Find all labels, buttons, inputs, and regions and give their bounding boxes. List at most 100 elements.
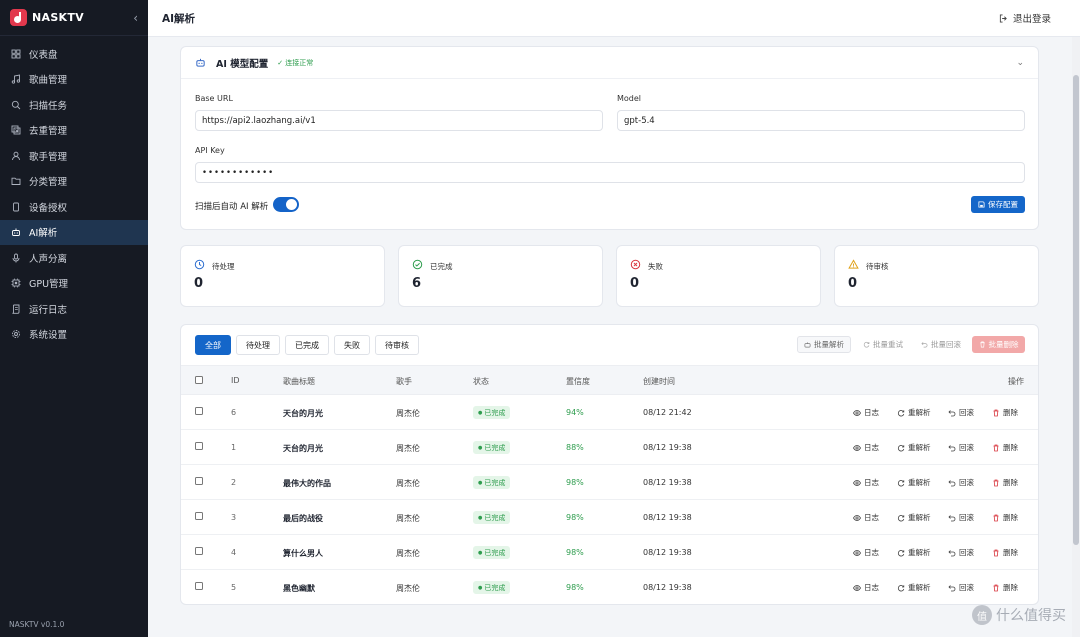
log-button[interactable]: 日志 (853, 547, 879, 558)
delete-button[interactable]: 删除 (992, 442, 1018, 453)
x-circle-icon (630, 259, 641, 270)
api-key-input[interactable]: •••••••••••• (195, 162, 1025, 183)
sidebar-item-label: 人声分离 (29, 253, 68, 265)
sidebar-item[interactable]: GPU管理 (0, 271, 148, 297)
folder-icon (11, 176, 21, 186)
eye-icon (853, 549, 861, 556)
rollback-button[interactable]: 回滚 (948, 582, 974, 593)
stat-label: 待审核 (866, 262, 889, 271)
sidebar-item[interactable]: 扫描任务 (0, 92, 148, 118)
trash-icon (993, 479, 999, 486)
bulk-retry-label: 批量重试 (873, 340, 903, 349)
log-button[interactable]: 日志 (853, 442, 879, 453)
sidebar-item[interactable]: 歌曲管理 (0, 67, 148, 93)
sidebar-item-label: AI解析 (29, 228, 58, 240)
sidebar-item[interactable]: 运行日志 (0, 296, 148, 322)
scrollbar-thumb[interactable] (1073, 75, 1079, 545)
model-input[interactable]: gpt-5.4 (617, 110, 1025, 131)
row-checkbox[interactable] (195, 512, 203, 520)
dedupe-icon (11, 125, 21, 135)
watermark: 值 什么值得买 (972, 605, 1066, 625)
save-config-button[interactable]: 保存配置 (971, 196, 1025, 213)
delete-button[interactable]: 删除 (992, 512, 1018, 523)
bulk-delete-button[interactable]: 批量删除 (972, 336, 1025, 353)
delete-button[interactable]: 删除 (992, 582, 1018, 593)
filter-tab[interactable]: 全部 (195, 335, 231, 355)
rollback-button[interactable]: 回滚 (948, 407, 974, 418)
filter-tab[interactable]: 已完成 (285, 335, 329, 355)
sidebar-item[interactable]: 分类管理 (0, 169, 148, 195)
log-button[interactable]: 日志 (853, 477, 879, 488)
reparse-button[interactable]: 重解析 (897, 407, 931, 418)
sidebar-nav: 仪表盘 歌曲管理 扫描任务去重管理歌手管理分类管理设备授权 AI解析人声分离 GPU管理… (0, 36, 148, 347)
row-artist: 周杰伦 (396, 514, 420, 523)
row-checkbox[interactable] (195, 407, 203, 415)
ai-config-header[interactable]: AI 模型配置 ✓ 连接正常 ⌄ (181, 47, 1038, 79)
collapse-sidebar-icon[interactable]: ‹ (133, 11, 138, 25)
row-checkbox[interactable] (195, 477, 203, 485)
reparse-button[interactable]: 重解析 (897, 512, 931, 523)
logout-label: 退出登录 (1012, 14, 1051, 25)
log-button[interactable]: 日志 (853, 582, 879, 593)
page-title: AI解析 (162, 12, 196, 25)
bulk-parse-button[interactable]: 批量解析 (797, 336, 851, 353)
delete-label: 删除 (1003, 478, 1018, 487)
log-button[interactable]: 日志 (853, 407, 879, 418)
delete-button[interactable]: 删除 (992, 547, 1018, 558)
eye-icon (853, 479, 861, 486)
base-url-input[interactable]: https://api2.laozhang.ai/v1 (195, 110, 603, 131)
sidebar-item[interactable]: 设备授权 (0, 194, 148, 220)
sidebar-item-label: 去重管理 (29, 126, 68, 138)
filter-tab[interactable]: 失败 (334, 335, 370, 355)
col-actions: 操作 (1008, 377, 1024, 386)
row-confidence: 98% (566, 513, 584, 522)
bot-icon (804, 342, 811, 348)
log-button[interactable]: 日志 (853, 512, 879, 523)
delete-button[interactable]: 删除 (992, 407, 1018, 418)
refresh-icon (897, 584, 905, 591)
gear-icon (11, 329, 21, 339)
sidebar-item[interactable]: 歌手管理 (0, 143, 148, 169)
sidebar-item-label: 分类管理 (29, 177, 68, 189)
bulk-retry-button[interactable]: 批量重试 (857, 336, 909, 353)
bot-icon (11, 227, 21, 237)
refresh-icon (897, 409, 905, 416)
row-checkbox[interactable] (195, 582, 203, 590)
select-all-checkbox[interactable] (195, 376, 203, 384)
undo-icon (921, 342, 928, 348)
status-badge: 已完成 (473, 476, 511, 489)
col-created: 创建时间 (643, 377, 675, 386)
log-label: 日志 (864, 443, 879, 452)
col-title: 歌曲标题 (283, 377, 315, 386)
status-filter-group: 全部 待处理 已完成 失败 待审核 (195, 335, 424, 355)
status-badge: 已完成 (473, 406, 511, 419)
row-checkbox[interactable] (195, 442, 203, 450)
rollback-button[interactable]: 回滚 (948, 442, 974, 453)
rollback-button[interactable]: 回滚 (948, 547, 974, 558)
sidebar-item-label: 设备授权 (29, 202, 68, 214)
reparse-button[interactable]: 重解析 (897, 477, 931, 488)
sidebar-item[interactable]: 人声分离 (0, 245, 148, 271)
reparse-button[interactable]: 重解析 (897, 442, 931, 453)
row-checkbox[interactable] (195, 547, 203, 555)
search-icon (11, 100, 21, 110)
filter-tab[interactable]: 待处理 (236, 335, 280, 355)
sidebar-item[interactable]: 仪表盘 (0, 41, 148, 67)
warning-icon (848, 259, 859, 269)
rollback-button[interactable]: 回滚 (948, 477, 974, 488)
sidebar-item[interactable]: 去重管理 (0, 118, 148, 144)
sidebar-item[interactable]: AI解析 (0, 219, 148, 245)
reparse-button[interactable]: 重解析 (897, 582, 931, 593)
rollback-button[interactable]: 回滚 (948, 512, 974, 523)
log-label: 日志 (864, 548, 879, 557)
logout-button[interactable]: 退出登录 (999, 11, 1051, 25)
music-note-icon (11, 74, 21, 84)
reparse-button[interactable]: 重解析 (897, 547, 931, 558)
stat-card-completed: 已完成 6 (398, 245, 603, 307)
sidebar-item[interactable]: 系统设置 (0, 322, 148, 348)
chevron-down-icon[interactable]: ⌄ (1016, 58, 1024, 68)
delete-button[interactable]: 删除 (992, 477, 1018, 488)
filter-tab[interactable]: 待审核 (375, 335, 419, 355)
bulk-rollback-button[interactable]: 批量回滚 (915, 336, 967, 353)
auto-parse-toggle[interactable] (273, 197, 299, 212)
